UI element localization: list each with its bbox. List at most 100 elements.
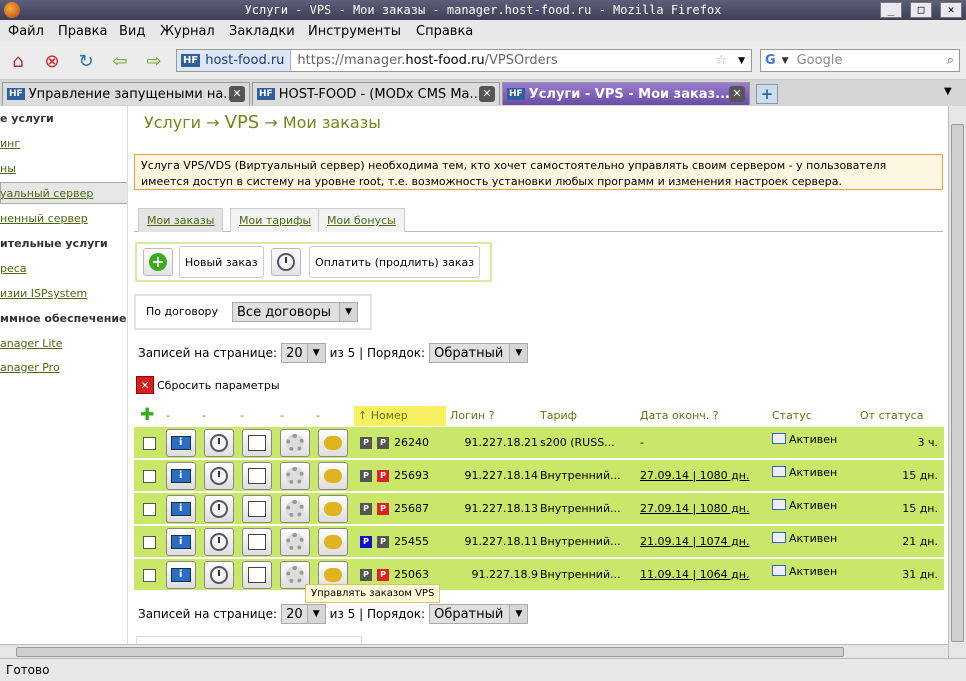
sidebar-item[interactable]: ммное обеспечение xyxy=(0,312,127,325)
tab-ispmanager[interactable]: HF Управление запущеными на... ✕ xyxy=(2,82,250,105)
site-identity[interactable]: HF host-food.ru xyxy=(177,50,292,71)
row-checkbox[interactable] xyxy=(143,437,156,450)
pay-order-row-button[interactable] xyxy=(204,561,234,589)
home-icon[interactable]: ⌂ xyxy=(6,50,30,72)
url-dropdown-icon[interactable]: ▼ xyxy=(738,56,745,66)
row-checkbox[interactable] xyxy=(143,503,156,516)
back-icon[interactable]: ⇦ xyxy=(108,50,132,72)
close-window-button[interactable]: ✕ xyxy=(940,2,962,18)
order-end-date[interactable]: 11.09.14 | 1064 дн. xyxy=(640,568,749,581)
menu-history[interactable]: Журнал xyxy=(160,24,215,39)
bookmark-star-icon[interactable]: ☆ xyxy=(715,53,727,68)
col-date[interactable]: Дата оконч. ? xyxy=(640,409,719,422)
sidebar-item[interactable]: инг xyxy=(0,137,20,150)
vertical-scrollbar[interactable] xyxy=(948,106,966,658)
tab-list-icon[interactable]: ▼ xyxy=(944,86,952,97)
tab-modx[interactable]: HF HOST-FOOD - (MODx CMS Ma... ✕ xyxy=(252,82,500,105)
forward-icon[interactable]: ⇨ xyxy=(142,50,166,72)
manage-vps-button[interactable] xyxy=(280,462,310,490)
order-end-date[interactable]: 27.09.14 | 1080 дн. xyxy=(640,469,749,482)
search-icon[interactable]: ⌕ xyxy=(947,53,954,68)
order-number[interactable]: 26240 xyxy=(394,436,429,449)
search-engine-dropdown-icon[interactable]: ▼ xyxy=(782,56,789,66)
order-number[interactable]: 25455 xyxy=(394,535,429,548)
new-order-button[interactable]: Новый заказ xyxy=(179,246,264,278)
tab-close-icon[interactable]: ✕ xyxy=(229,86,245,102)
sidebar-item[interactable]: anager Lite xyxy=(0,337,63,350)
tab-close-icon[interactable]: ✕ xyxy=(479,86,495,102)
pay-order-row-button[interactable] xyxy=(204,528,234,556)
manage-vps-button[interactable] xyxy=(280,495,310,523)
manage-vps-button[interactable] xyxy=(280,528,310,556)
search-box[interactable]: G ▼ Google ⌕ xyxy=(760,49,960,72)
order-number[interactable]: 25687 xyxy=(394,502,429,515)
sidebar-item[interactable]: изии ISPsystem xyxy=(0,287,87,300)
manage-vps-button[interactable] xyxy=(280,429,310,457)
edit-order-button[interactable] xyxy=(242,462,272,490)
scroll-thumb[interactable] xyxy=(16,647,844,657)
new-order-icon-button[interactable]: + xyxy=(143,248,173,276)
sidebar-item-vps[interactable]: уальный сервер xyxy=(0,187,93,200)
access-keys-button[interactable] xyxy=(318,528,348,556)
edit-order-button[interactable] xyxy=(242,528,272,556)
menu-edit[interactable]: Правка xyxy=(58,24,107,39)
sidebar-item[interactable]: ны xyxy=(0,162,16,175)
scroll-thumb[interactable] xyxy=(951,124,964,642)
access-keys-button[interactable] xyxy=(318,462,348,490)
address-bar[interactable]: HF host-food.ru https://manager.host-food… xyxy=(176,49,752,72)
order-select[interactable]: Обратный ▼ xyxy=(429,343,529,363)
col-number[interactable]: ↑ Номер xyxy=(354,406,446,426)
per-page-select[interactable]: 20 ▼ xyxy=(281,604,326,624)
row-checkbox[interactable] xyxy=(143,470,156,483)
order-info-button[interactable] xyxy=(166,528,196,556)
access-keys-button[interactable] xyxy=(318,429,348,457)
breadcrumb-services[interactable]: Услуги xyxy=(144,113,201,132)
reload-icon[interactable]: ↻ xyxy=(74,50,98,72)
order-select[interactable]: Обратный ▼ xyxy=(429,604,529,624)
row-checkbox[interactable] xyxy=(143,536,156,549)
col-status[interactable]: Статус xyxy=(772,409,812,422)
access-keys-button[interactable] xyxy=(318,495,348,523)
sidebar-item[interactable]: реса xyxy=(0,262,27,275)
order-info-button[interactable] xyxy=(166,429,196,457)
tab-my-bonuses[interactable]: Мои бонусы xyxy=(318,208,405,232)
maximize-button[interactable]: □ xyxy=(910,2,932,18)
contract-select[interactable]: Все договоры ▼ xyxy=(232,302,359,322)
order-end-date[interactable]: 27.09.14 | 1080 дн. xyxy=(640,502,749,515)
horizontal-scrollbar[interactable] xyxy=(0,644,948,658)
col-since[interactable]: От статуса xyxy=(860,409,923,422)
new-tab-icon[interactable]: + xyxy=(756,84,778,104)
reset-filters[interactable]: ✕ Сбросить параметры xyxy=(136,376,280,394)
stop-icon[interactable]: ⊗ xyxy=(40,50,64,72)
pay-order-row-button[interactable] xyxy=(204,429,234,457)
url-text[interactable]: https://manager.host-food.ru/VPSOrders xyxy=(291,53,557,68)
pay-order-row-button[interactable] xyxy=(204,495,234,523)
pay-order-row-button[interactable] xyxy=(204,462,234,490)
edit-order-button[interactable] xyxy=(242,429,272,457)
order-info-button[interactable] xyxy=(166,561,196,589)
sidebar-item[interactable]: ненный сервер xyxy=(0,212,88,225)
order-number[interactable]: 25693 xyxy=(394,469,429,482)
order-info-button[interactable] xyxy=(166,495,196,523)
sidebar-item[interactable]: ительные услуги xyxy=(0,237,108,250)
edit-order-button[interactable] xyxy=(242,561,272,589)
col-login[interactable]: Логин ? xyxy=(450,409,494,422)
order-end-date[interactable]: 21.09.14 | 1074 дн. xyxy=(640,535,749,548)
google-icon[interactable]: G xyxy=(765,53,776,68)
tab-close-icon[interactable]: ✕ xyxy=(729,86,745,102)
col-tariff[interactable]: Тариф xyxy=(540,409,577,422)
menu-tools[interactable]: Инструменты xyxy=(308,24,401,39)
menu-file[interactable]: Файл xyxy=(8,24,44,39)
tab-my-orders[interactable]: Мои заказы xyxy=(138,208,224,232)
sidebar-item[interactable]: е услуги xyxy=(0,112,54,125)
minimize-button[interactable]: _ xyxy=(880,2,902,18)
tab-my-tariffs[interactable]: Мои тарифы xyxy=(230,208,321,232)
pay-order-button[interactable]: Оплатить (продлить) заказ xyxy=(309,246,481,278)
pay-order-icon-button[interactable] xyxy=(271,248,301,276)
menu-view[interactable]: Вид xyxy=(119,24,145,39)
per-page-select[interactable]: 20 ▼ xyxy=(281,343,326,363)
order-number[interactable]: 25063 xyxy=(394,568,429,581)
row-checkbox[interactable] xyxy=(143,569,156,582)
menu-help[interactable]: Справка xyxy=(416,24,473,39)
edit-order-button[interactable] xyxy=(242,495,272,523)
